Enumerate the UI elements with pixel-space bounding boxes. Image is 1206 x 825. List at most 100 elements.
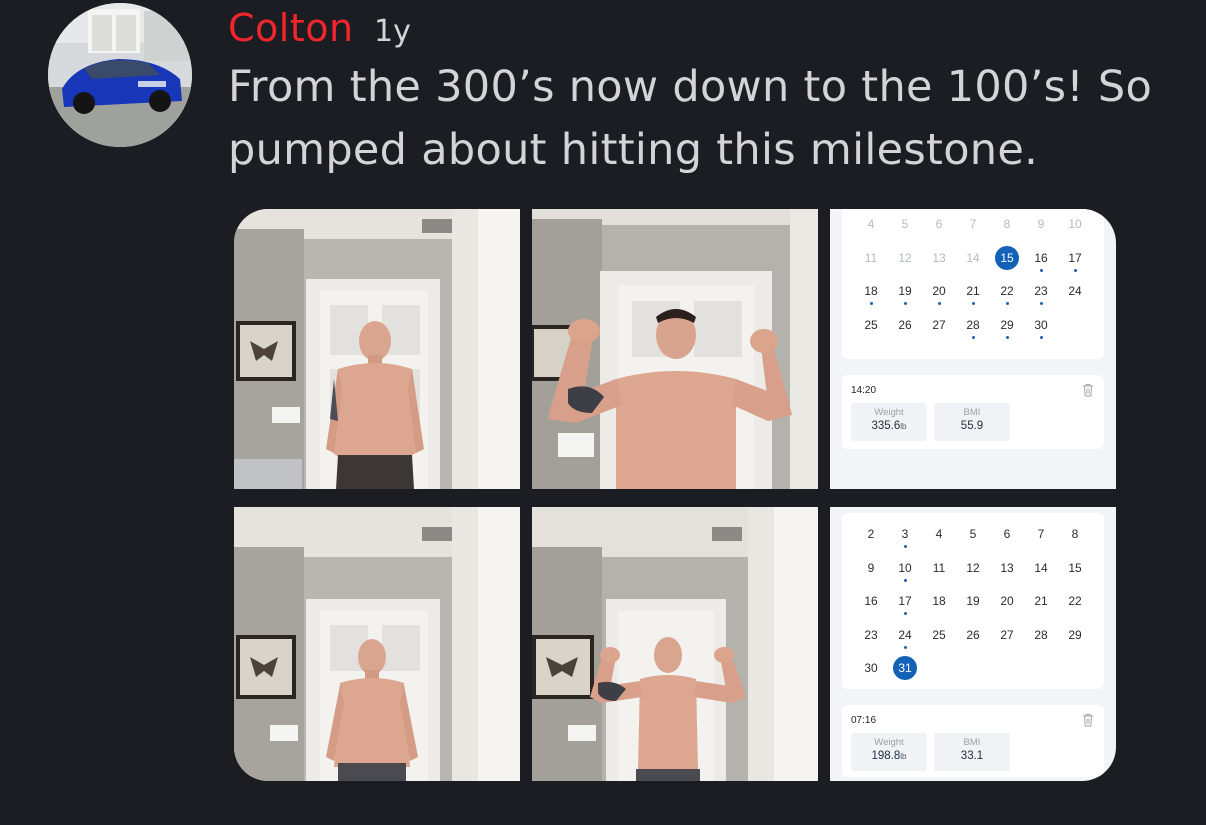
calendar-day-number: 20 — [932, 284, 946, 298]
calendar-day[interactable]: 10 — [888, 557, 922, 591]
calendar-day[interactable]: 10 — [1058, 213, 1092, 247]
calendar-day-number: 13 — [932, 250, 946, 265]
calendar-day-number: 31 — [893, 656, 917, 680]
calendar-day[interactable]: 3 — [888, 523, 922, 557]
calendar-day[interactable]: 30 — [1024, 314, 1058, 348]
calendar-day[interactable]: 14 — [956, 247, 990, 281]
entry-dot-icon — [869, 302, 873, 305]
calendar-day-number: 12 — [898, 250, 912, 265]
calendar-day[interactable]: 21 — [956, 280, 990, 314]
calendar-day[interactable]: 16 — [854, 590, 888, 624]
calendar-day[interactable]: 24 — [1058, 280, 1092, 314]
calendar-day[interactable]: 26 — [888, 314, 922, 348]
calendar-day-number: 15 — [1068, 560, 1082, 575]
calendar-day[interactable]: 13 — [990, 557, 1024, 591]
calendar-day[interactable]: 8 — [1058, 523, 1092, 557]
calendar-day-number: 19 — [898, 284, 912, 298]
calendar-day-number: 20 — [1000, 594, 1014, 608]
calendar-day[interactable]: 13 — [922, 247, 956, 281]
calendar-day-number: 9 — [867, 560, 875, 575]
calendar-day-number: 10 — [898, 560, 912, 575]
post-age[interactable]: 1y — [374, 14, 411, 49]
calendar-day[interactable]: 12 — [888, 247, 922, 281]
calendar-day[interactable]: 6 — [922, 213, 956, 247]
calendar-day[interactable]: 11 — [854, 247, 888, 281]
record-time: 07:16 — [851, 715, 877, 726]
bmi-label: BMI — [963, 737, 981, 748]
before-flex-photo[interactable] — [532, 209, 818, 489]
calendar-day[interactable]: 6 — [990, 523, 1024, 557]
calendar-day[interactable]: 15 — [1058, 557, 1092, 591]
calendar-day[interactable]: 24 — [888, 624, 922, 658]
weight-unit: lb — [900, 422, 907, 431]
avatar[interactable] — [48, 3, 192, 147]
calendar-day[interactable]: 25 — [922, 624, 956, 658]
before-front-photo[interactable] — [234, 209, 520, 489]
calendar-day[interactable]: 25 — [854, 314, 888, 348]
calendar-day[interactable]: 14 — [1024, 557, 1058, 591]
calendar-day[interactable]: 2 — [854, 523, 888, 557]
entry-dot-icon — [1039, 335, 1043, 339]
calendar-day[interactable]: 20 — [922, 280, 956, 314]
author-name[interactable]: Colton — [228, 6, 354, 50]
trash-icon[interactable] — [1082, 383, 1094, 397]
weight-record-after[interactable]: 07:16 Weight 198.8lb BMI 33.1 — [842, 705, 1104, 777]
calendar-day[interactable]: 23 — [854, 624, 888, 658]
media-grid: 4 5 6 7 8 9 10 11 12 13 14 15 16 17 18 19 20 21 22 23 24 25 26… — [234, 209, 1116, 781]
calendar-day[interactable]: 5 — [956, 523, 990, 557]
calendar-day[interactable]: 18 — [854, 280, 888, 314]
trash-icon[interactable] — [1082, 713, 1094, 727]
calendar-day[interactable]: 19 — [956, 590, 990, 624]
calendar-day-number: 13 — [1000, 560, 1014, 575]
calendar-day-number: 30 — [1034, 317, 1048, 332]
calendar-day-number: 17 — [898, 594, 912, 608]
calendar-day[interactable]: 29 — [990, 314, 1024, 348]
calendar-day[interactable]: 17 — [888, 590, 922, 624]
calendar-day[interactable]: 7 — [1024, 523, 1058, 557]
after-flex-photo[interactable] — [532, 507, 818, 781]
weight-record-before[interactable]: 14:20 Weight 335.6lb BMI 55.9 — [842, 375, 1104, 449]
calendar-day[interactable]: 31 — [888, 656, 922, 691]
calendar-day[interactable]: 27 — [990, 624, 1024, 658]
calendar-day-number: 3 — [901, 527, 909, 541]
calendar-day-number: 9 — [1037, 217, 1045, 231]
calendar-day[interactable]: 9 — [854, 557, 888, 591]
calendar-day[interactable]: 20 — [990, 590, 1024, 624]
calendar-day-number: 23 — [864, 627, 878, 642]
calendar-day-number: 30 — [864, 661, 878, 675]
calendar-day[interactable]: 15 — [990, 245, 1024, 281]
post-text: From the 300’s now down to the 100’s! So… — [228, 62, 1153, 175]
calendar-day[interactable]: 5 — [888, 213, 922, 247]
calendar-day[interactable]: 19 — [888, 280, 922, 314]
calendar-day[interactable]: 28 — [1024, 624, 1058, 658]
calendar-day[interactable]: 11 — [922, 557, 956, 591]
calendar-after-days: 2 3 4 5 6 7 8 9 10 11 12 13 14 15 16 17 18 19 20 21 22 23 24 25… — [854, 523, 1092, 691]
calendar-day[interactable]: 17 — [1058, 247, 1092, 281]
calendar-day[interactable]: 30 — [854, 657, 888, 691]
calendar-day-number: 28 — [966, 317, 980, 332]
calendar-day[interactable]: 12 — [956, 557, 990, 591]
calendar-day[interactable]: 4 — [922, 523, 956, 557]
calendar-day — [1024, 657, 1058, 691]
calendar-day[interactable]: 8 — [990, 213, 1024, 247]
entry-dot-icon — [903, 302, 907, 305]
calendar-day-number: 17 — [1068, 250, 1082, 265]
calendar-day[interactable]: 16 — [1024, 247, 1058, 281]
calendar-day-number: 21 — [966, 284, 980, 298]
calendar-day[interactable]: 4 — [854, 213, 888, 247]
after-front-photo[interactable] — [234, 507, 520, 781]
calendar-day[interactable]: 18 — [922, 590, 956, 624]
calendar-day[interactable]: 27 — [922, 314, 956, 348]
entry-dot-icon — [903, 545, 907, 548]
entry-dot-icon — [903, 578, 907, 582]
calendar-day-number: 26 — [898, 317, 912, 332]
calendar-day[interactable]: 9 — [1024, 213, 1058, 247]
calendar-day[interactable]: 26 — [956, 624, 990, 658]
calendar-day[interactable]: 29 — [1058, 624, 1092, 658]
calendar-day[interactable]: 21 — [1024, 590, 1058, 624]
calendar-day[interactable]: 28 — [956, 314, 990, 348]
calendar-day[interactable]: 7 — [956, 213, 990, 247]
calendar-day[interactable]: 22 — [1058, 590, 1092, 624]
calendar-day[interactable]: 22 — [990, 280, 1024, 314]
calendar-day[interactable]: 23 — [1024, 280, 1058, 314]
